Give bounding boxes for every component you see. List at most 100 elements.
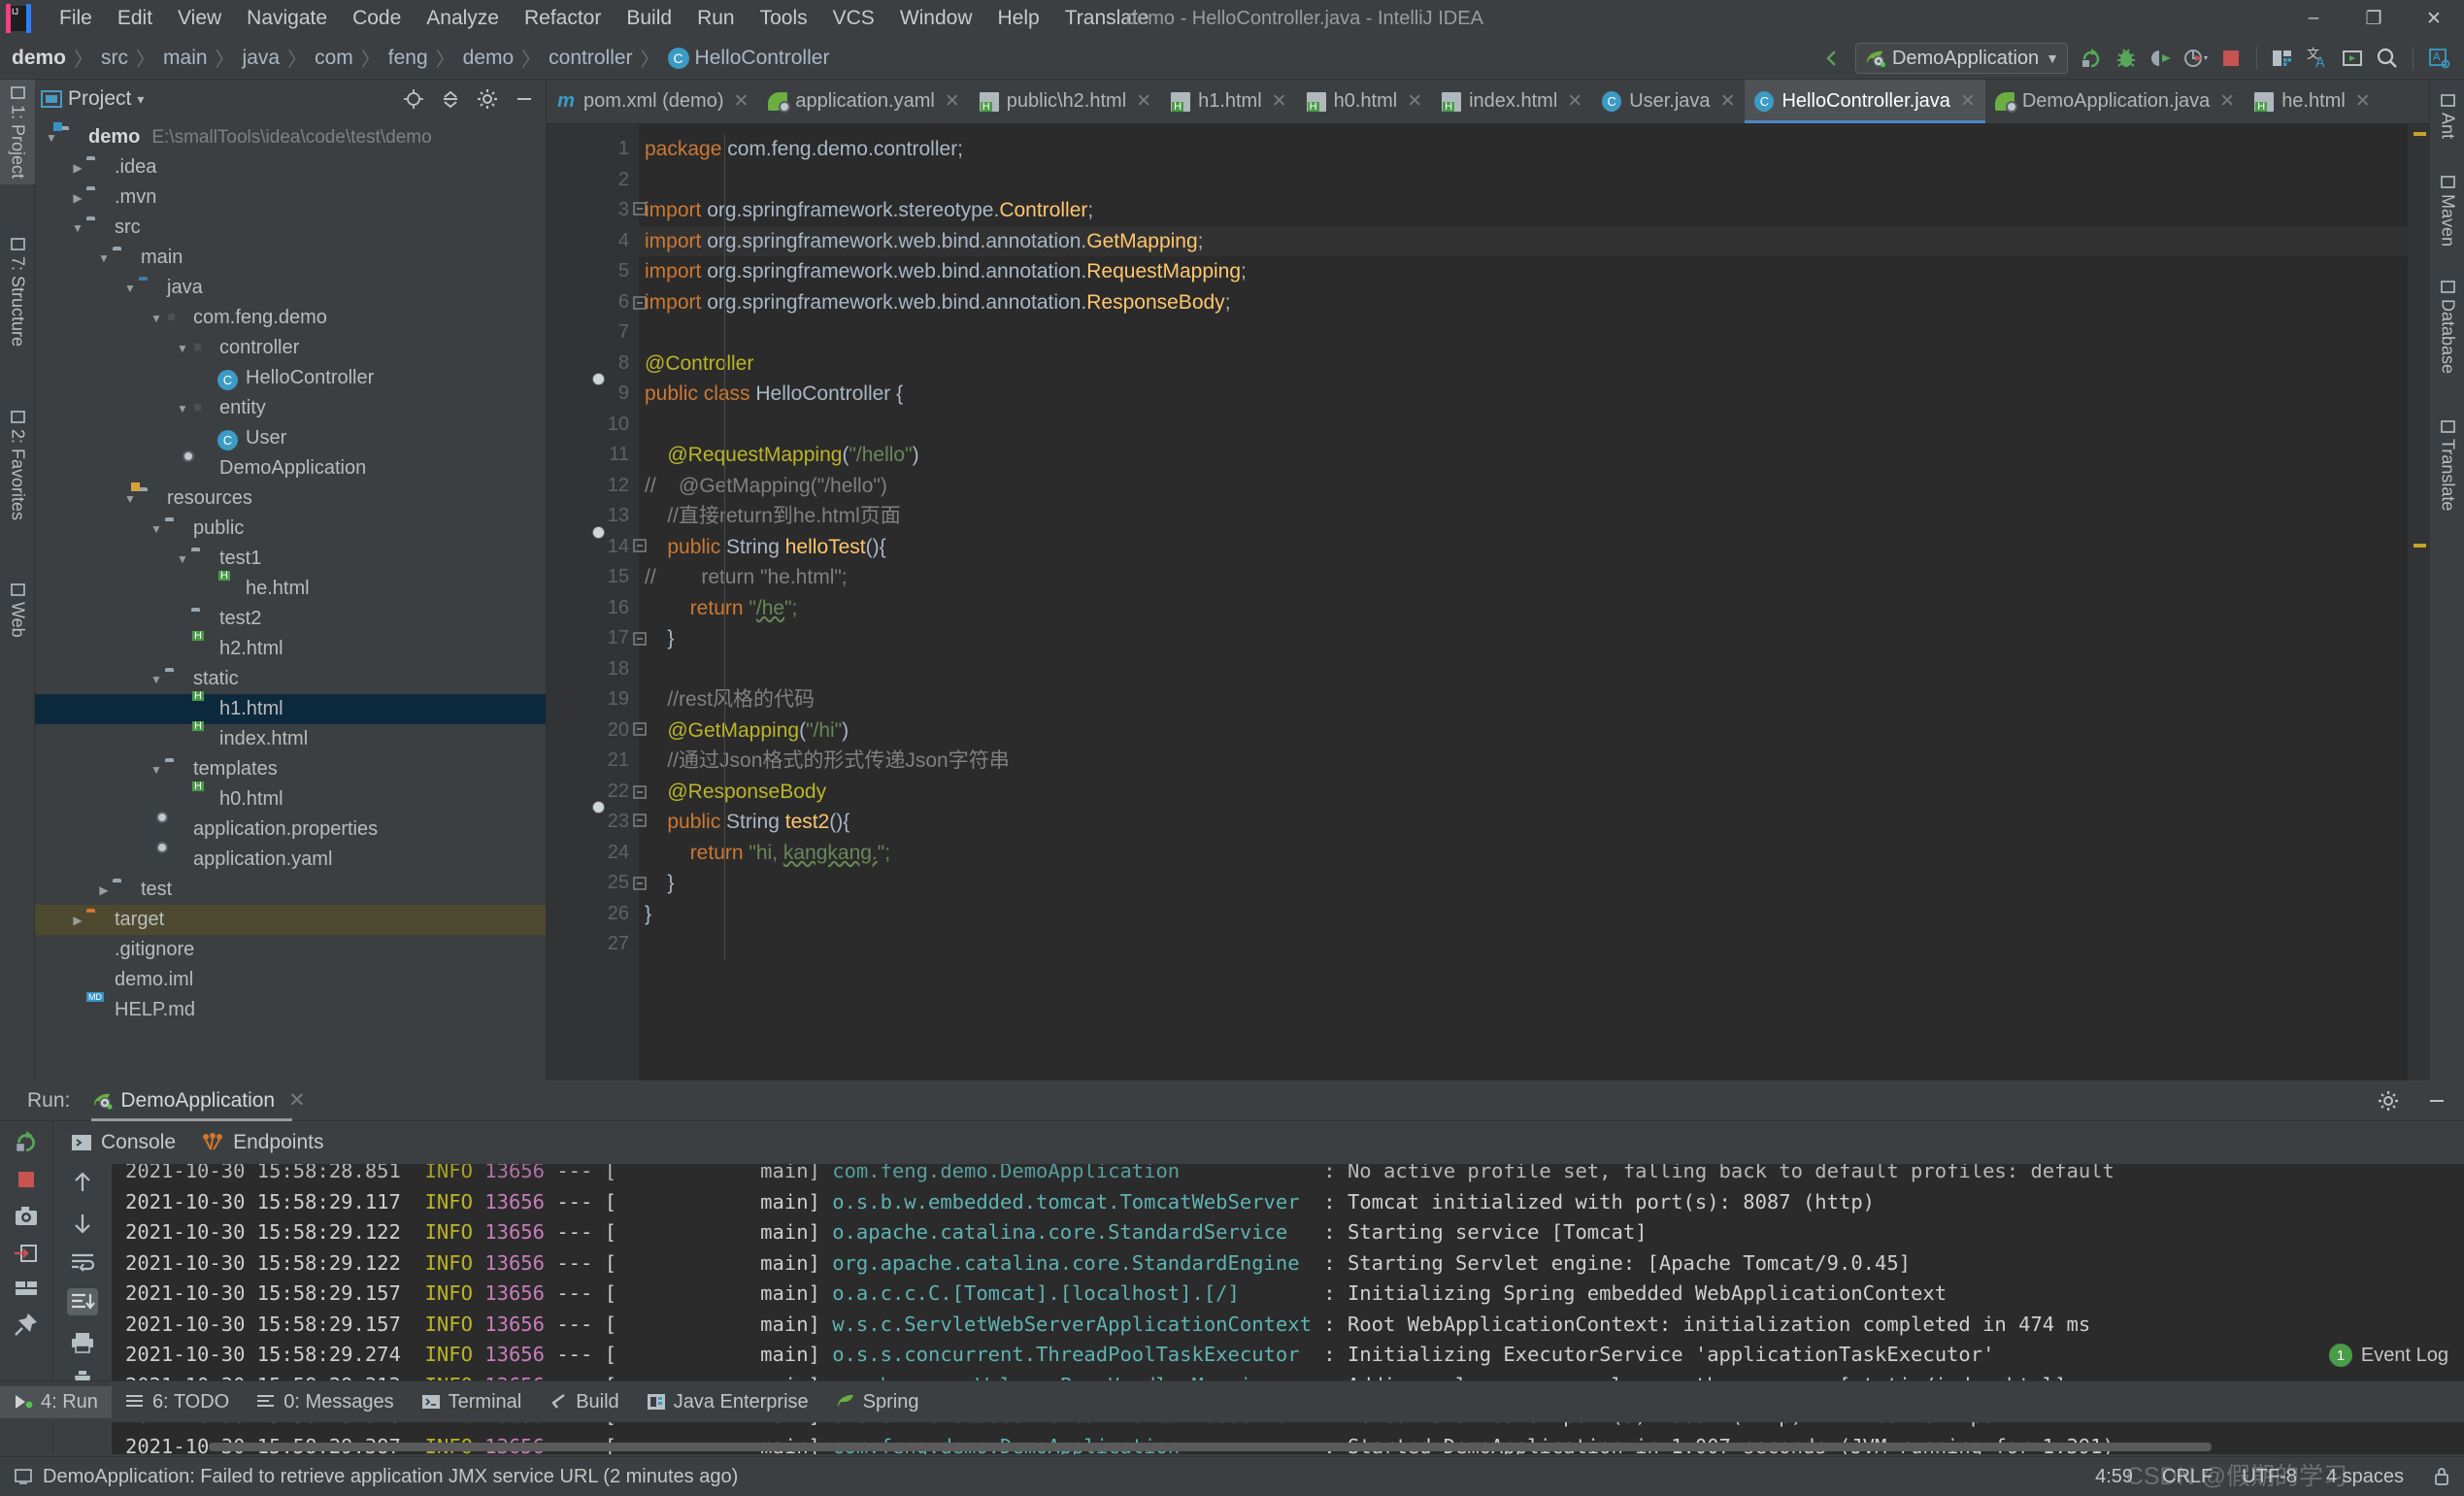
menu-item-code[interactable]: Code bbox=[340, 3, 414, 34]
scroll-up-icon[interactable] bbox=[70, 1170, 95, 1195]
chevron-down-icon[interactable]: ▼ bbox=[95, 251, 113, 265]
console-tab-endpoints[interactable]: Endpoints bbox=[201, 1131, 323, 1154]
close-icon[interactable]: ✕ bbox=[1720, 90, 1736, 113]
close-button[interactable]: ✕ bbox=[2404, 0, 2464, 37]
print-icon[interactable] bbox=[70, 1331, 95, 1354]
rerun-icon[interactable] bbox=[2074, 41, 2109, 76]
code-line[interactable]: package com.feng.demo.controller; bbox=[639, 134, 2408, 165]
code-line[interactable] bbox=[639, 165, 2408, 196]
menu-item-file[interactable]: File bbox=[47, 3, 105, 34]
run-gutter-icon[interactable] bbox=[603, 812, 622, 831]
close-icon[interactable]: ✕ bbox=[1567, 90, 1582, 113]
tree-node-test1[interactable]: ▼ test1 bbox=[35, 544, 546, 574]
menu-item-view[interactable]: View bbox=[165, 3, 234, 34]
hide-icon[interactable] bbox=[2419, 1083, 2454, 1118]
menu-item-analyze[interactable]: Analyze bbox=[414, 3, 512, 34]
rail-item-project[interactable]: 1: Project bbox=[0, 80, 35, 185]
breadcrumb-item-main[interactable]: main bbox=[159, 45, 212, 72]
project-panel-actions[interactable] bbox=[396, 82, 542, 116]
translate-icon[interactable]: 文A bbox=[2300, 41, 2335, 76]
code-line[interactable] bbox=[639, 929, 2408, 960]
menu-item-tools[interactable]: Tools bbox=[748, 3, 820, 34]
chevron-right-icon[interactable]: ▶ bbox=[69, 191, 86, 205]
code-line[interactable]: // @GetMapping("/hello") bbox=[639, 471, 2408, 502]
menu-item-refactor[interactable]: Refactor bbox=[512, 3, 614, 34]
code-line[interactable]: @ResponseBody bbox=[639, 777, 2408, 808]
chevron-down-icon[interactable]: ▼ bbox=[69, 221, 86, 235]
notifications-icon[interactable]: A bbox=[2421, 41, 2456, 76]
tree-node-h1html[interactable]: h1.html bbox=[35, 694, 546, 724]
tool-window-bar[interactable]: 4: Run 6: TODO 0: Messages Terminal Build Jav… bbox=[0, 1380, 2464, 1422]
editor-tabs[interactable]: mpom.xml (demo)✕application.yaml✕public\… bbox=[547, 80, 2429, 124]
editor-tab-applicationyaml[interactable]: application.yaml ✕ bbox=[758, 80, 969, 123]
chevron-right-icon[interactable]: ▶ bbox=[95, 883, 113, 897]
run-panel-actions[interactable] bbox=[2371, 1083, 2454, 1118]
run-configuration-selector[interactable]: DemoApplication ▼ bbox=[1854, 43, 2068, 74]
pin-icon[interactable] bbox=[14, 1312, 39, 1337]
editor-tab-userjava[interactable]: C User.java ✕ bbox=[1592, 80, 1745, 123]
chevron-down-icon[interactable]: ▼ bbox=[2046, 50, 2059, 66]
tree-node-main[interactable]: ▼ main bbox=[35, 243, 546, 273]
tree-node-static[interactable]: ▼ static bbox=[35, 664, 546, 694]
tree-node-helpmd[interactable]: MD HELP.md bbox=[35, 991, 546, 1025]
tree-node-demo[interactable]: ▼ demo E:\smallTools\idea\code\test\demo bbox=[35, 121, 546, 152]
editor-tab-publich2html[interactable]: public\h2.html ✕ bbox=[970, 80, 1161, 123]
debug-icon[interactable] bbox=[2109, 41, 2144, 76]
stop-icon[interactable] bbox=[2214, 41, 2248, 76]
tree-node-hehtml[interactable]: he.html bbox=[35, 574, 546, 604]
caret-position[interactable]: 4:59 bbox=[2095, 1466, 2133, 1488]
project-structure-icon[interactable] bbox=[2265, 41, 2300, 76]
menu-item-help[interactable]: Help bbox=[985, 3, 1052, 34]
chevron-down-icon[interactable]: ▼ bbox=[43, 131, 60, 145]
editor-tab-pomxmldemo[interactable]: m pom.xml (demo) ✕ bbox=[547, 80, 758, 123]
menu-item-vcs[interactable]: VCS bbox=[820, 3, 887, 34]
tree-node-controller[interactable]: ▼ controller bbox=[35, 333, 546, 363]
event-log-button[interactable]: 1 Event Log bbox=[2328, 1344, 2448, 1367]
tree-node-test2[interactable]: test2 bbox=[35, 604, 546, 634]
code-line[interactable]: return "hi, kangkang."; bbox=[639, 838, 2408, 869]
chevron-down-icon[interactable]: ▼ bbox=[148, 763, 165, 777]
breadcrumb-item-src[interactable]: src bbox=[97, 45, 132, 72]
tree-node-target[interactable]: ▶ target bbox=[35, 905, 546, 935]
editor-tab-hehtml[interactable]: he.html ✕ bbox=[2245, 80, 2381, 123]
code-line[interactable]: // return "he.html"; bbox=[639, 562, 2408, 593]
lock-icon[interactable] bbox=[2433, 1467, 2450, 1486]
profile-icon[interactable] bbox=[2179, 41, 2214, 76]
scroll-to-end-icon[interactable] bbox=[67, 1288, 98, 1315]
code-line[interactable]: @GetMapping("/hi") bbox=[639, 715, 2408, 747]
breadcrumb-item-feng[interactable]: feng bbox=[384, 45, 432, 72]
tree-node-hellocontroller[interactable]: C HelloController bbox=[35, 363, 546, 393]
line-separator[interactable]: CRLF bbox=[2162, 1466, 2213, 1488]
tool-window-terminal[interactable]: Terminal bbox=[408, 1386, 536, 1418]
hide-icon[interactable] bbox=[507, 82, 542, 116]
warning-stripe[interactable] bbox=[2414, 132, 2426, 136]
editor-tab-indexhtml[interactable]: index.html ✕ bbox=[1432, 80, 1592, 123]
minimize-button[interactable]: – bbox=[2283, 0, 2344, 37]
rail-item-database[interactable]: Database bbox=[2430, 274, 2464, 380]
breadcrumb-item-java[interactable]: java bbox=[239, 45, 284, 72]
run-config-tab[interactable]: DemoApplication ✕ bbox=[91, 1080, 306, 1121]
close-icon[interactable]: ✕ bbox=[1136, 90, 1151, 113]
coverage-icon[interactable] bbox=[2144, 41, 2179, 76]
tool-window-build[interactable]: Build bbox=[535, 1386, 632, 1418]
tool-window-4run[interactable]: 4: Run bbox=[0, 1385, 112, 1418]
tree-node-applicationyaml[interactable]: application.yaml bbox=[35, 841, 546, 875]
chevron-down-icon[interactable]: ▼ bbox=[148, 522, 165, 536]
code-line[interactable] bbox=[639, 317, 2408, 349]
encoding[interactable]: UTF-8 bbox=[2242, 1466, 2297, 1488]
breadcrumb-item-demo[interactable]: demo bbox=[459, 45, 518, 72]
code-line[interactable]: import org.springframework.stereotype.Co… bbox=[639, 195, 2408, 226]
tool-window-spring[interactable]: Spring bbox=[822, 1386, 933, 1418]
code-line[interactable]: } bbox=[639, 868, 2408, 899]
menu-item-edit[interactable]: Edit bbox=[105, 3, 165, 34]
chevron-right-icon[interactable]: ▶ bbox=[69, 161, 86, 175]
editor-tab-h0html[interactable]: h0.html ✕ bbox=[1297, 80, 1433, 123]
tool-window-0messages[interactable]: 0: Messages bbox=[243, 1386, 407, 1418]
run-gutter-icon[interactable] bbox=[603, 383, 622, 403]
main-toolbar[interactable]: DemoApplication ▼ 文A A bbox=[1815, 37, 2456, 80]
maximize-button[interactable]: ❐ bbox=[2344, 0, 2404, 37]
tree-node-resources[interactable]: ▼ resources bbox=[35, 482, 546, 514]
stop-icon[interactable] bbox=[15, 1168, 38, 1191]
breadcrumb-item-demo[interactable]: demo bbox=[8, 45, 70, 72]
console-tab-console[interactable]: Console bbox=[71, 1131, 176, 1154]
